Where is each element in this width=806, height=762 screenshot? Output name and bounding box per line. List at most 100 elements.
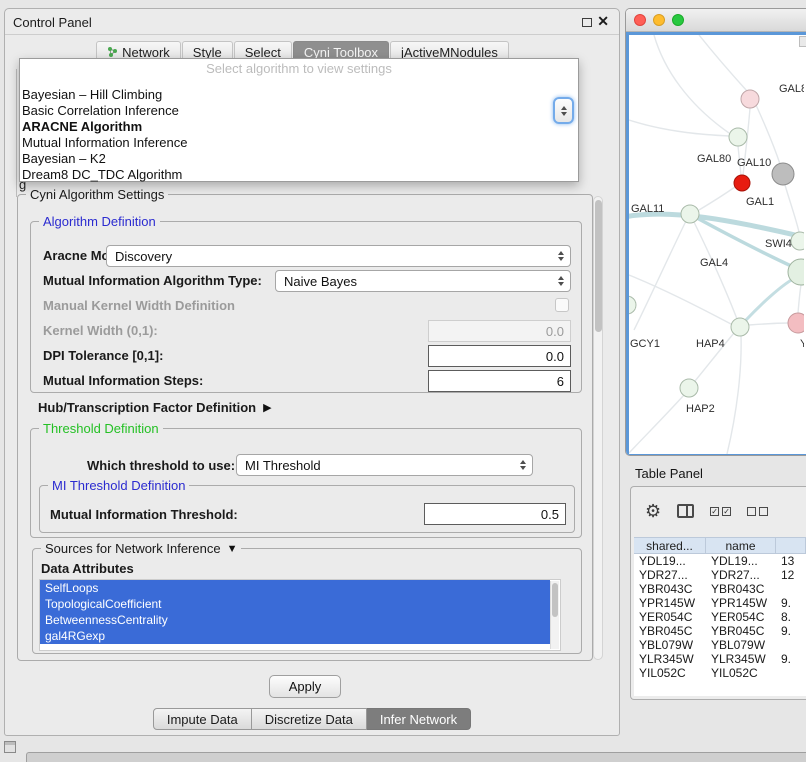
cell-shared-name: YER054C: [634, 610, 706, 624]
dropdown-item[interactable]: ARACNE Algorithm: [20, 119, 578, 135]
dpi-tolerance-field[interactable]: 0.0: [428, 345, 571, 367]
attribute-list-item[interactable]: TopologicalCoefficient: [40, 596, 550, 612]
float-window-icon[interactable]: [582, 18, 592, 27]
sources-group-title: Sources for Network Inference: [45, 541, 221, 556]
table-row[interactable]: YDR27... YDR27... 12: [634, 568, 806, 582]
dropdown-item[interactable]: Dream8 DC_TDC Algorithm: [20, 167, 578, 183]
apply-button[interactable]: Apply: [269, 675, 341, 698]
table-row[interactable]: YLR345W YLR345W 9.: [634, 652, 806, 666]
columns-icon[interactable]: [677, 504, 694, 518]
attribute-list-item[interactable]: SelfLoops: [40, 580, 550, 596]
select-all-columns-icon[interactable]: ✓ ✓: [710, 507, 731, 516]
kernel-width-label: Kernel Width (0,1):: [43, 323, 158, 338]
kernel-width-field[interactable]: 0.0: [428, 320, 571, 342]
cell-name: YBR045C: [706, 624, 776, 638]
checked-box-icon: ✓: [722, 507, 731, 516]
table-row[interactable]: YBL079W YBL079W: [634, 638, 806, 652]
algorithm-combo-button[interactable]: [553, 97, 574, 124]
manual-kernel-checkbox[interactable]: [555, 298, 569, 312]
mi-type-select[interactable]: Naive Bayes: [275, 270, 571, 292]
bottom-tab[interactable]: Discretize Data: [252, 708, 367, 730]
table-row[interactable]: YBR043C YBR043C: [634, 582, 806, 596]
graph-edge: [654, 35, 729, 133]
aracne-mode-select[interactable]: Discovery: [106, 245, 571, 267]
gear-icon[interactable]: ⚙: [645, 502, 661, 520]
cell-value: 8.: [776, 610, 806, 624]
table-panel-label: Table Panel: [635, 466, 703, 481]
table-row[interactable]: YDL19... YDL19... 13: [634, 554, 806, 568]
sources-group: Sources for Network Inference ▼ Data Att…: [32, 548, 582, 654]
dropdown-item[interactable]: Bayesian – K2: [20, 151, 578, 167]
deselect-all-columns-icon[interactable]: [747, 507, 768, 516]
network-window-titlebar[interactable]: [626, 9, 806, 32]
cell-value: [776, 638, 806, 652]
graph-node-label: GAL4: [700, 257, 728, 269]
cell-name: YLR345W: [706, 652, 776, 666]
cell-shared-name: YBL079W: [634, 638, 706, 652]
dropdown-item[interactable]: Bayesian – Hill Climbing: [20, 87, 578, 103]
checked-box-icon: ✓: [710, 507, 719, 516]
cell-shared-name: YDR27...: [634, 568, 706, 582]
settings-scrollbar[interactable]: [593, 196, 603, 660]
hub-definition-row[interactable]: Hub/Transcription Factor Definition ▶: [38, 400, 272, 415]
attribute-list-item[interactable]: gal4RGexp: [40, 628, 550, 644]
disclosure-collapsed-icon[interactable]: ▶: [263, 401, 271, 414]
collapsed-panel-icon[interactable]: [4, 741, 16, 753]
hidden-panel-edge: [16, 69, 17, 197]
graph-node[interactable]: [731, 318, 749, 336]
graph-node[interactable]: [729, 128, 747, 146]
graph-edge: [746, 279, 793, 320]
cell-shared-name: YIL052C: [634, 666, 706, 680]
attribute-list-item[interactable]: BetweennessCentrality: [40, 612, 550, 628]
close-traffic-light[interactable]: [634, 14, 646, 26]
dropdown-item[interactable]: Basic Correlation Inference: [20, 103, 578, 119]
scrollbar-corner[interactable]: [799, 36, 806, 47]
dropdown-item[interactable]: Mutual Information Inference: [20, 135, 578, 151]
cell-name: YBL079W: [706, 638, 776, 652]
graph-node-label: GCY1: [630, 338, 660, 350]
control-panel-titlebar[interactable]: Control Panel ✕: [5, 9, 619, 35]
mi-steps-field[interactable]: 6: [428, 370, 571, 392]
bottom-tab-label: Impute Data: [167, 712, 238, 727]
aracne-mode-value: Discovery: [115, 249, 172, 264]
graph-node[interactable]: [629, 296, 636, 314]
list-scrollbar[interactable]: [550, 581, 559, 649]
graph-node[interactable]: [772, 163, 794, 185]
settings-scrollbar-thumb[interactable]: [595, 200, 602, 332]
disclosure-expanded-icon[interactable]: ▼: [227, 543, 238, 555]
data-attributes-list[interactable]: SelfLoopsTopologicalCoefficientBetweenne…: [39, 579, 561, 651]
table-row[interactable]: YER054C YER054C 8.: [634, 610, 806, 624]
threshold-definition-group: Threshold Definition Which threshold to …: [30, 428, 582, 538]
list-scrollbar-thumb[interactable]: [552, 583, 558, 617]
graph-node[interactable]: [788, 313, 804, 333]
graph-node[interactable]: [680, 379, 698, 397]
graph-node[interactable]: [734, 175, 750, 191]
table-row[interactable]: YPR145W YPR145W 9.: [634, 596, 806, 610]
mi-threshold-field[interactable]: 0.5: [424, 503, 566, 525]
bottom-tab[interactable]: Infer Network: [367, 708, 471, 730]
graph-node[interactable]: [791, 232, 804, 250]
table-row[interactable]: YIL052C YIL052C: [634, 666, 806, 680]
table-panel-window: ⚙ ✓ ✓ shared... name YDL19... YDL19...: [630, 486, 806, 700]
control-panel-window: Control Panel ✕ Network Style Select Cyn…: [4, 8, 620, 736]
bottom-tab[interactable]: Impute Data: [153, 708, 252, 730]
lower-panel-edge: [26, 752, 806, 762]
graph-node[interactable]: [741, 90, 759, 108]
zoom-traffic-light[interactable]: [672, 14, 684, 26]
data-attributes-label: Data Attributes: [41, 561, 134, 576]
which-threshold-select[interactable]: MI Threshold: [236, 454, 533, 476]
network-graph[interactable]: GAL8GAL80GAL10GAL11GAL1SWI4GAL4GCY1HAP4Y…: [629, 35, 804, 454]
column-header[interactable]: [776, 538, 806, 553]
cell-name: YIL052C: [706, 666, 776, 680]
table-row[interactable]: YBR045C YBR045C 9.: [634, 624, 806, 638]
sources-group-title-row[interactable]: Sources for Network Inference ▼: [41, 541, 241, 556]
column-header[interactable]: name: [706, 538, 776, 553]
unchecked-box-icon: [759, 507, 768, 516]
minimize-traffic-light[interactable]: [653, 14, 665, 26]
close-icon[interactable]: ✕: [597, 13, 609, 30]
hub-definition-label: Hub/Transcription Factor Definition: [38, 400, 256, 415]
mi-threshold-value: 0.5: [541, 507, 559, 522]
graph-edge: [756, 105, 780, 164]
column-header[interactable]: shared...: [634, 538, 706, 553]
graph-node[interactable]: [681, 205, 699, 223]
